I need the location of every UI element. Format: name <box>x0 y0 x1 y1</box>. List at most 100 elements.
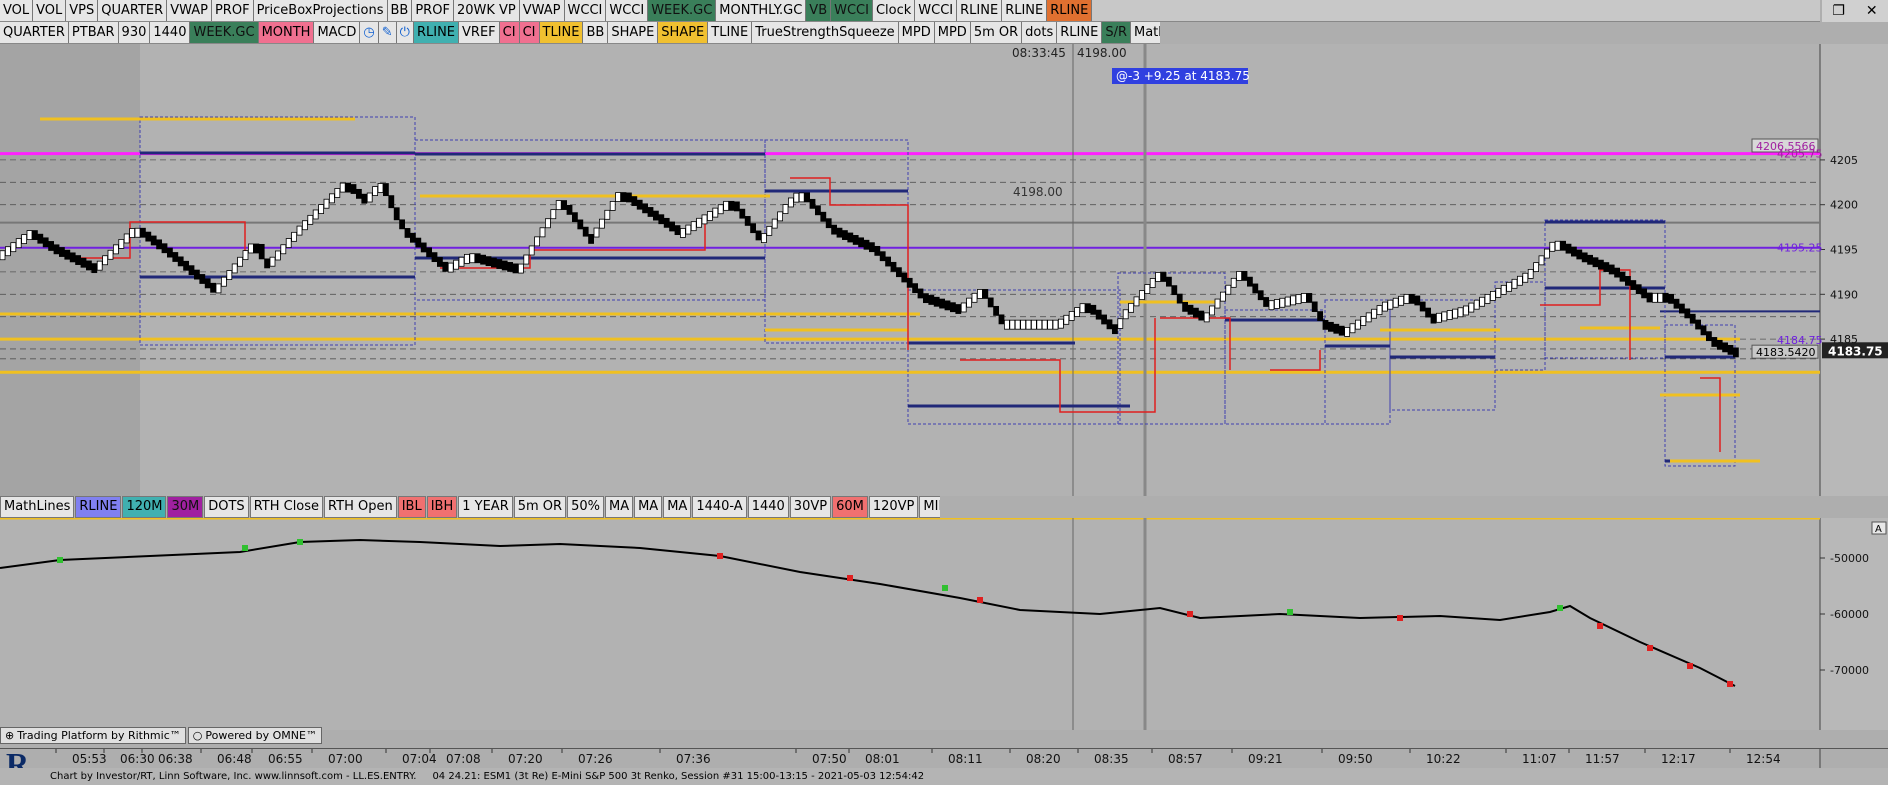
crosshair-time-readout: 08:33:45 <box>1012 46 1066 60</box>
toolbar-button-quarter[interactable]: QUARTER <box>98 0 168 21</box>
toolbar-button-month[interactable]: MONTH <box>258 22 315 43</box>
toolbar-button-mathlines[interactable]: MathLines <box>0 496 75 518</box>
toolbar-button-mpd[interactable]: MPD <box>898 22 935 43</box>
renko-brick <box>274 250 281 261</box>
renko-brick <box>1554 240 1561 251</box>
renko-brick <box>896 267 902 278</box>
restore-icon[interactable]: ❐ <box>1832 3 1845 19</box>
toolbar-button-1440[interactable]: 1440 <box>747 496 789 518</box>
renko-brick <box>890 261 897 272</box>
toolbar-button-rline[interactable]: RLINE <box>957 0 1003 21</box>
toolbar-button-quarter[interactable]: QUARTER <box>0 22 69 43</box>
toolbar-button-30m[interactable]: 30M <box>167 496 204 518</box>
toolbar-button-shape[interactable]: SHAPE <box>608 22 659 43</box>
cumulative-delta-chart[interactable]: -50000 -60000 -70000 A <box>0 518 1888 730</box>
price-chart-pane[interactable]: 4205 4200 4195 4190 4185 4206.5566 4205.75 4195… <box>0 44 1888 496</box>
toolbar-button-prof[interactable]: PROF <box>211 0 254 21</box>
renko-brick <box>858 237 864 248</box>
toolbar-button-ibl[interactable]: IBL <box>397 496 426 518</box>
toolbar-button-wcci[interactable]: WCCI <box>606 0 649 21</box>
toolbar-button-50-[interactable]: 50% <box>567 496 604 518</box>
delta-marker-green <box>1557 605 1563 611</box>
close-icon[interactable]: ✕ <box>1866 3 1878 19</box>
pencil-icon[interactable]: ✎ <box>378 22 397 43</box>
toolbar-button-vol[interactable]: VOL <box>33 0 67 21</box>
toolbar-button-1440[interactable]: 1440 <box>150 22 191 43</box>
toolbar-button-ci[interactable]: CI <box>499 22 520 43</box>
toolbar-button-truestrengthsqueeze[interactable]: TrueStrengthSqueeze <box>752 22 899 43</box>
toolbar-button-ci[interactable]: CI <box>519 22 540 43</box>
toolbar-button-macd[interactable]: MACD <box>314 22 361 43</box>
toolbar-button-tline[interactable]: TLINE <box>708 22 753 43</box>
power-icon[interactable]: ⏻ <box>396 22 414 43</box>
toolbar-button-rth-open[interactable]: RTH Open <box>324 496 397 518</box>
toolbar-button-vb[interactable]: VB <box>806 0 832 21</box>
toolbar-button-5m-or[interactable]: 5m OR <box>970 22 1023 43</box>
toolbar-button-vps[interactable]: VPS <box>66 0 99 21</box>
toolbar-button-30vp[interactable]: 30VP <box>789 496 832 518</box>
indicator-pane[interactable]: -50000 -60000 -70000 A <box>0 518 1888 730</box>
renko-brick <box>1074 307 1080 317</box>
toolbar-button-vwap[interactable]: VWAP <box>519 0 565 21</box>
toolbar-button-120vp[interactable]: 120VP <box>868 496 919 518</box>
toolbar-button-wcci[interactable]: WCCI <box>915 0 958 21</box>
renko-brick <box>1117 318 1124 329</box>
clock-icon[interactable]: ◷ <box>360 22 379 43</box>
toolbar-button-vref[interactable]: VREF <box>459 22 500 43</box>
toolbar-button-rline[interactable]: RLINE <box>1057 22 1103 43</box>
toolbar-button-mpd[interactable]: MPD <box>934 22 971 43</box>
toolbar-button-ibh[interactable]: IBH <box>426 496 458 518</box>
toolbar-button-rline[interactable]: RLINE <box>1047 0 1093 21</box>
toolbar-button-monthly-gc[interactable]: MONTHLY.GC <box>716 0 807 21</box>
toolbar-button-ma[interactable]: MA <box>604 496 634 518</box>
renko-brick <box>199 274 206 284</box>
toolbar-button-mini[interactable]: MINI <box>919 496 940 518</box>
toolbar-button-rline[interactable]: RLINE <box>413 22 460 43</box>
renko-brick <box>1004 319 1010 330</box>
toolbar-button-bb[interactable]: BB <box>583 22 609 43</box>
toolbar-button-930[interactable]: 930 <box>118 22 151 43</box>
renko-brick <box>939 298 945 309</box>
toolbar-button-week-gc[interactable]: WEEK.GC <box>648 0 717 21</box>
toolbar-button-bb[interactable]: BB <box>387 0 413 21</box>
toolbar-button-priceboxprojections[interactable]: PriceBoxProjections <box>253 0 388 21</box>
renko-brick <box>1058 318 1064 329</box>
toolbar-button-shape[interactable]: SHAPE <box>658 22 709 43</box>
toolbar-button-60m[interactable]: 60M <box>832 496 868 518</box>
toolbar-button-clock[interactable]: Clock <box>872 0 916 21</box>
renko-brick <box>1571 246 1577 257</box>
toolbar-button-ma[interactable]: MA <box>663 496 692 518</box>
toolbar-button-week-gc[interactable]: WEEK.GC <box>190 22 259 43</box>
renko-brick <box>485 256 492 267</box>
renko-brick <box>955 304 962 314</box>
toolbar-button-rline[interactable]: RLINE <box>1002 0 1048 21</box>
toolbar-button-20wk-vp[interactable]: 20WK VP <box>453 0 520 21</box>
toolbar-button-wcci[interactable]: WCCI <box>831 0 873 21</box>
toolbar-button-rth-close[interactable]: RTH Close <box>249 496 324 518</box>
renko-brick <box>1112 324 1118 335</box>
toolbar-button-ma[interactable]: MA <box>634 496 663 518</box>
renko-brick <box>755 230 762 241</box>
toolbar-button-dots[interactable]: dots <box>1022 22 1058 43</box>
delta-marker-green <box>1287 609 1293 615</box>
toolbar-button-vwap[interactable]: VWAP <box>167 0 212 21</box>
toolbar-button-mathlines[interactable]: MathLines <box>1130 22 1160 43</box>
toolbar-button-5m-or[interactable]: 5m OR <box>513 496 567 518</box>
toolbar-button-rline[interactable]: RLINE <box>75 496 122 518</box>
renko-brick <box>399 219 406 230</box>
toolbar-button-1-year[interactable]: 1 YEAR <box>458 496 513 518</box>
toolbar-button-s-r[interactable]: S/R <box>1102 22 1131 43</box>
toolbar-button-wcci[interactable]: WCCI <box>564 0 607 21</box>
toolbar-button-dots[interactable]: DOTS <box>204 496 249 518</box>
time-axis-label: 10:22 <box>1426 752 1461 766</box>
toolbar-button-tline[interactable]: TLINE <box>539 22 584 43</box>
toolbar-button-prof[interactable]: PROF <box>412 0 454 21</box>
toolbar-button-ptbar[interactable]: PTBAR <box>68 22 119 43</box>
toolbar-button-1440-a[interactable]: 1440-A <box>692 496 747 518</box>
renko-brick <box>912 283 918 294</box>
renko-chart[interactable]: 420542004195419041854206.55664205.754195… <box>0 44 1888 496</box>
toolbar-button-vol[interactable]: VOL <box>0 0 34 21</box>
renko-brick <box>982 289 989 299</box>
toolbar-button-120m[interactable]: 120M <box>122 496 167 518</box>
renko-brick <box>129 228 136 238</box>
